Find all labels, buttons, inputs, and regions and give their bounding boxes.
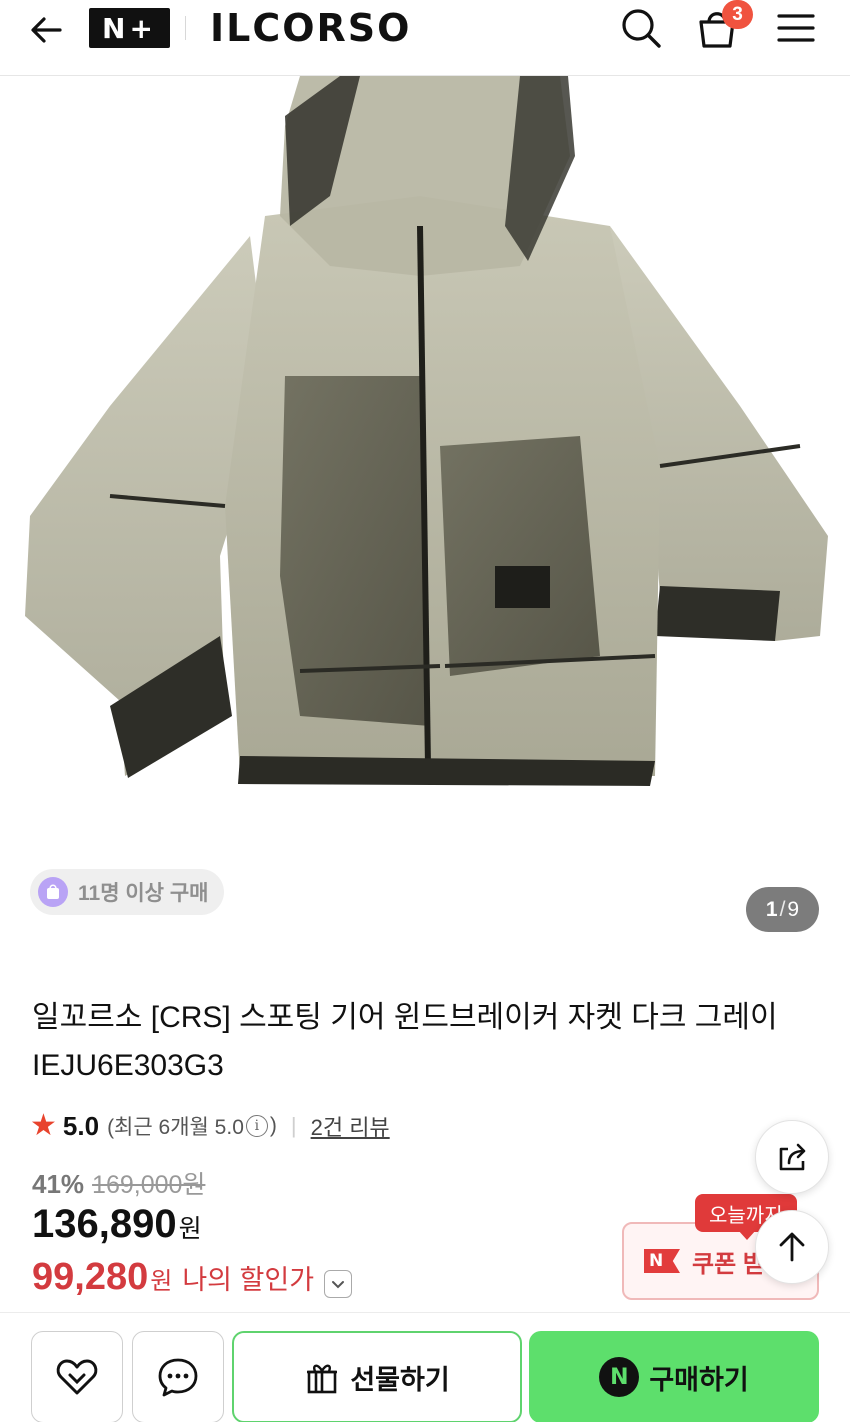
back-button[interactable] <box>24 8 68 52</box>
gift-icon <box>307 1364 338 1394</box>
image-page-counter: 1 / 9 <box>746 887 819 932</box>
product-title-line: 일꼬르소 [CRS] 스포팅 기어 윈드브레이커 자켓 다크 그레이 <box>32 1001 778 1034</box>
my-discount-price[interactable]: 99,280 원 나의 할인가 <box>32 1256 353 1299</box>
buy-count-badge: 11명 이상 구매 <box>30 869 225 915</box>
buy-button[interactable]: N 구매하기 <box>529 1331 819 1422</box>
total-pages: 9 <box>787 897 800 921</box>
top-header: N+ ILCORSO 3 <box>0 0 850 76</box>
naver-coupon-icon: N <box>644 1249 680 1273</box>
chat-inquiry-button[interactable] <box>132 1331 224 1422</box>
sale-price: 136,890 원 <box>32 1202 202 1247</box>
current-page: 1 <box>765 897 778 921</box>
divider: | <box>290 1113 297 1138</box>
share-icon <box>779 1143 806 1171</box>
star-icon: ★ <box>30 1109 57 1142</box>
shopping-bag-icon <box>38 877 68 907</box>
scroll-top-button[interactable] <box>755 1210 829 1284</box>
recent-rating-close: ) <box>269 1114 277 1137</box>
header-divider <box>185 16 186 40</box>
info-icon[interactable]: i <box>245 1115 268 1137</box>
gift-button[interactable]: 선물하기 <box>232 1331 522 1422</box>
chevron-down-icon[interactable] <box>324 1270 353 1298</box>
menu-button[interactable] <box>772 4 820 52</box>
arrow-left-icon <box>31 17 62 43</box>
search-icon <box>622 9 661 48</box>
cart-count-badge: 3 <box>722 0 753 29</box>
original-price: 169,000원 <box>92 1171 206 1199</box>
heart-icon <box>56 1359 98 1395</box>
naver-pay-icon: N <box>599 1357 640 1397</box>
wishlist-button[interactable] <box>31 1331 123 1422</box>
store-name[interactable]: ILCORSO <box>210 4 411 52</box>
search-button[interactable] <box>617 4 665 52</box>
sale-price-value: 136,890 <box>32 1202 177 1246</box>
naver-plus-store-logo[interactable]: N+ <box>89 8 170 48</box>
sale-price-currency: 원 <box>178 1215 202 1243</box>
my-price-value: 99,280 <box>32 1256 149 1298</box>
review-count-link[interactable]: 2건 리뷰 <box>311 1110 390 1142</box>
product-image[interactable] <box>0 76 850 851</box>
gift-label: 선물하기 <box>350 1364 450 1395</box>
buy-count-label: 11명 이상 구매 <box>78 882 209 905</box>
product-code: IEJU6E303G3 <box>32 1049 224 1082</box>
hamburger-menu-icon <box>777 14 815 42</box>
today-tag-pointer <box>738 1230 756 1240</box>
rating-row: ★ 5.0 (최근 6개월 5.0 i ) | 2건 리뷰 <box>30 1106 390 1146</box>
product-title: 일꼬르소 [CRS] 스포팅 기어 윈드브레이커 자켓 다크 그레이 IEJU6… <box>32 994 792 1090</box>
my-price-label: 나의 할인가 <box>182 1265 315 1295</box>
recent-rating: (최근 6개월 5.0 <box>107 1116 244 1139</box>
buy-label: 구매하기 <box>649 1364 749 1395</box>
page-separator: / <box>779 897 786 921</box>
share-button[interactable] <box>755 1120 829 1194</box>
rating-score: 5.0 <box>62 1110 100 1141</box>
chat-bubble-icon <box>158 1358 198 1397</box>
product-photo <box>25 76 828 786</box>
arrow-up-icon <box>779 1232 805 1262</box>
my-price-currency: 원 <box>150 1268 173 1295</box>
discount-rate: 41% <box>32 1169 85 1199</box>
discount-row: 41% 169,000원 <box>32 1165 205 1201</box>
